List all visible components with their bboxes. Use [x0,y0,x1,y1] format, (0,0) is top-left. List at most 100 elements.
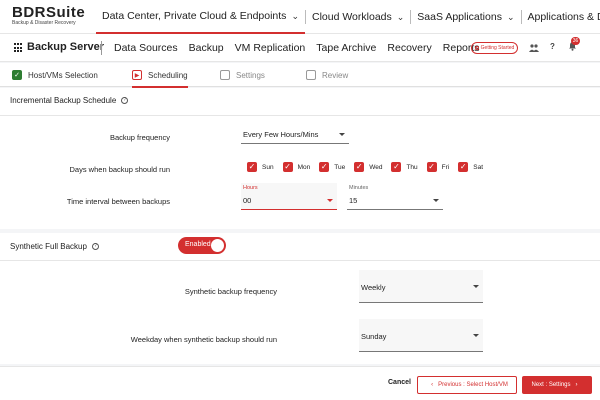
minutes-floating-label: Minutes [349,185,369,191]
next-button[interactable]: Next : Settings › [522,376,592,394]
help-icon[interactable]: ? [91,243,99,250]
day-label: Mon [297,163,311,171]
topnav-label: Data Center, Private Cloud & Endpoints [102,10,287,22]
step-settings[interactable]: Settings [220,69,265,81]
day-thu[interactable]: ✓ Thu [391,162,418,172]
step-label: Scheduling [148,70,188,80]
day-tue[interactable]: ✓ Tue [319,162,345,172]
synthetic-backup-title: Synthetic Full Backup ? [10,242,99,251]
step-label: Review [322,70,349,80]
checkbox-checked-icon[interactable]: ✓ [458,162,469,172]
chevron-left-icon: ‹ [431,382,434,388]
rocket-icon [474,46,479,50]
menu-tape-archive[interactable]: Tape Archive [316,42,376,54]
checkbox-checked-icon[interactable]: ✓ [426,162,437,172]
select-value: 00 [243,196,252,205]
step-review[interactable]: Review [306,69,348,81]
bdrsuite-logo[interactable]: BDRSuite Backup & Disaster Recovery [12,4,86,27]
day-label: Sun [262,163,274,171]
menu-data-sources[interactable]: Data Sources [114,42,178,54]
logo-text: BDRSuite [12,4,86,21]
day-sun[interactable]: ✓ Sun [247,162,274,172]
product-title[interactable]: Backup Server [27,41,104,53]
checkbox-checked-icon[interactable]: ✓ [282,162,293,172]
topnav-data-center[interactable]: Data Center, Private Cloud & Endpoints ⌄ [96,0,305,34]
topnav-cloud-workloads[interactable]: Cloud Workloads ⌄ [306,0,410,34]
day-wed[interactable]: ✓ Wed [354,162,382,172]
day-label: Fri [441,163,450,171]
dropdown-arrow-icon [473,285,479,288]
dropdown-arrow-icon [327,199,333,202]
empty-checkbox-icon [220,70,230,80]
step-label: Settings [236,70,265,80]
notification-badge: 36 [571,37,580,45]
logo-subtitle: Backup & Disaster Recovery [12,20,76,26]
day-mon[interactable]: ✓ Mon [282,162,311,172]
select-value: Weekly [361,283,386,292]
day-label: Thu [406,163,418,171]
toggle-label: Enabled [185,241,211,248]
help-icon[interactable]: ? [121,97,129,104]
topnav-label: Applications & DBs [527,11,600,23]
divider [0,115,600,116]
section-title: Synthetic Full Backup [10,242,87,251]
day-label: Wed [369,163,383,171]
topnav-applications-dbs[interactable]: Applications & DBs ⌄ [522,0,600,34]
day-label: Sat [473,163,484,171]
menu-vm-replication[interactable]: VM Replication [235,42,306,54]
topnav-saas-applications[interactable]: SaaS Applications ⌄ [411,0,520,34]
topnav-label: Cloud Workloads [311,11,392,23]
day-fri[interactable]: ✓ Fri [426,162,450,172]
users-icon[interactable] [529,44,539,52]
topnav-label: SaaS Applications [417,11,502,23]
hours-select[interactable]: Hours 00 [241,183,337,210]
checkbox-checked-icon[interactable]: ✓ [391,162,402,172]
menu-recovery[interactable]: Recovery [387,42,431,54]
step-scheduling[interactable]: ▶ Scheduling [132,69,188,88]
backup-frequency-label: Backup frequency [109,133,170,142]
menu-backup[interactable]: Backup [189,42,224,54]
cancel-button[interactable]: Cancel [388,379,411,386]
backup-frequency-select[interactable]: Every Few Hours/Mins [241,122,349,144]
checkbox-checked-icon[interactable]: ✓ [354,162,365,172]
help-icon[interactable]: ? [550,42,555,51]
chevron-right-icon: › [575,382,578,388]
days-label: Days when backup should run [69,165,170,174]
divider [101,41,102,55]
product-bar: Backup Server Data Sources Backup VM Rep… [0,34,600,62]
app-grid-icon[interactable] [14,43,24,53]
interval-label: Time interval between backups [66,197,170,206]
incremental-schedule-title: Incremental Backup Schedule ? [10,96,129,105]
wizard-steps: ✓ Host/VMs Selection ▶ Scheduling Settin… [0,63,600,88]
synthetic-weekday-select[interactable]: Sunday [359,319,483,352]
getting-started-label: Getting Started [480,45,515,51]
wizard-footer: Cancel ‹ Previous : Select Host/VM Next … [0,366,600,400]
top-bar: BDRSuite Backup & Disaster Recovery Data… [0,0,600,34]
checkbox-checked-icon[interactable]: ✓ [319,162,330,172]
hours-floating-label: Hours [243,185,258,191]
divider [0,260,600,261]
play-icon: ▶ [132,70,142,80]
day-sat[interactable]: ✓ Sat [458,162,483,172]
day-label: Tue [334,163,346,171]
select-value: Every Few Hours/Mins [243,130,319,139]
previous-button[interactable]: ‹ Previous : Select Host/VM [417,376,517,394]
synthetic-enabled-toggle[interactable]: Enabled [178,237,226,254]
section-title: Incremental Backup Schedule [10,96,117,105]
dropdown-arrow-icon [433,199,439,202]
toggle-knob [211,239,224,252]
dropdown-arrow-icon [473,334,479,337]
next-label: Next : Settings [531,382,571,388]
checkbox-checked-icon[interactable]: ✓ [247,162,257,172]
synthetic-frequency-label: Synthetic backup frequency [184,287,277,296]
chevron-down-icon: ⌄ [506,11,515,22]
top-navigation: Data Center, Private Cloud & Endpoints ⌄… [96,0,600,34]
minutes-select[interactable]: Minutes 15 [347,183,443,210]
getting-started-button[interactable]: Getting Started [471,42,518,54]
empty-checkbox-icon [306,70,316,80]
chevron-down-icon: ⌄ [291,10,299,21]
select-value: 15 [349,196,358,205]
synthetic-frequency-select[interactable]: Weekly [359,270,483,303]
step-host-vms-selection[interactable]: ✓ Host/VMs Selection [12,69,98,81]
synthetic-backup-panel [0,233,600,364]
